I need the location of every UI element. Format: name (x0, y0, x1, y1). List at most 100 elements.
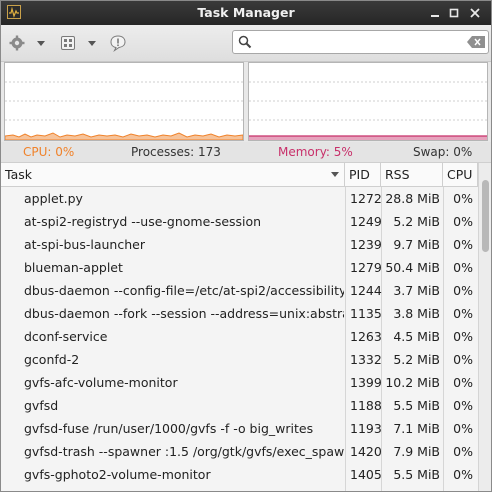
column-header-pid-label: PID (349, 167, 370, 182)
rss-cell: 5.5 MiB (393, 467, 440, 482)
sort-descending-icon (331, 172, 339, 177)
task-cell: dbus-daemon --config-file=/etc/at-spi2/a… (24, 283, 344, 298)
column-header-task-label: Task (5, 167, 32, 182)
chevron-down-icon[interactable] (37, 41, 45, 46)
column-header-cpu-label: CPU (447, 167, 473, 182)
table-row[interactable]: dconf-service 1263 4.5 MiB 0% (1, 325, 478, 348)
status-bar: CPU: 0% Processes: 173 Memory: 5% Swap: … (1, 142, 491, 162)
task-cell: at-spi2-registryd --use-gnome-session (24, 214, 262, 229)
minimize-button[interactable] (426, 4, 444, 22)
pid-cell: 1332 (350, 352, 382, 367)
table-body: applet.py 1272 28.8 MiB 0% at-spi2-registryd… (1, 187, 478, 486)
table-row[interactable]: blueman-applet 1279 50.4 MiB 0% (1, 256, 478, 279)
table-row[interactable]: gvfsd-trash --spawner :1.5 /org/gtk/gvfs… (1, 440, 478, 463)
pid-cell: 1244 (350, 283, 382, 298)
pid-cell: 1405 (350, 467, 382, 482)
rss-cell: 50.4 MiB (385, 260, 440, 275)
cpu-graph-area (5, 132, 243, 140)
maximize-button[interactable] (445, 4, 463, 22)
pid-cell: 1188 (350, 398, 382, 413)
swap-usage-label: Swap: 0% (413, 145, 473, 159)
column-header-pid[interactable]: PID (345, 163, 381, 186)
pid-cell: 1239 (350, 237, 382, 252)
rss-cell: 7.9 MiB (393, 444, 440, 459)
rss-cell: 5.2 MiB (393, 352, 440, 367)
cpu-cell: 0% (453, 467, 473, 482)
task-cell: gvfsd (24, 398, 59, 413)
pid-cell: 1263 (350, 329, 382, 344)
rss-cell: 9.7 MiB (393, 237, 440, 252)
task-cell: gvfsd-trash --spawner :1.5 /org/gtk/gvfs… (24, 444, 344, 459)
rss-cell: 10.2 MiB (385, 375, 440, 390)
table-row[interactable]: gvfsd 1188 5.5 MiB 0% (1, 394, 478, 417)
task-cell: dconf-service (24, 329, 108, 344)
task-cell: gvfs-afc-volume-monitor (24, 375, 178, 390)
table-row[interactable]: gconfd-2 1332 5.2 MiB 0% (1, 348, 478, 371)
toolbar (1, 25, 491, 62)
memory-graph (248, 62, 488, 141)
cpu-cell: 0% (453, 375, 473, 390)
cpu-cell: 0% (453, 306, 473, 321)
table-row[interactable]: applet.py 1272 28.8 MiB 0% (1, 187, 478, 210)
rss-cell: 5.5 MiB (393, 398, 440, 413)
chevron-down-icon[interactable] (88, 41, 96, 46)
info-icon[interactable] (109, 34, 127, 52)
rss-cell: 3.8 MiB (393, 306, 440, 321)
cpu-cell: 0% (453, 352, 473, 367)
table-row[interactable]: at-spi2-registryd --use-gnome-session 124… (1, 210, 478, 233)
cpu-cell: 0% (453, 283, 473, 298)
pid-cell: 1420 (350, 444, 382, 459)
cpu-cell: 0% (453, 237, 473, 252)
scrollbar-thumb[interactable] (482, 180, 489, 252)
task-cell: dbus-daemon --fork --session --address=u… (24, 306, 344, 321)
column-header-rss[interactable]: RSS (381, 163, 443, 186)
cpu-cell: 0% (453, 191, 473, 206)
column-header-task[interactable]: Task (1, 163, 345, 186)
pid-cell: 1249 (350, 214, 382, 229)
table-row[interactable]: gvfsd-fuse /run/user/1000/gvfs -f -o big… (1, 417, 478, 440)
rss-cell: 7.1 MiB (393, 421, 440, 436)
table-row[interactable]: gvfs-gphoto2-volume-monitor 1405 5.5 MiB 0% (1, 463, 478, 486)
close-button[interactable] (466, 4, 484, 22)
column-header-cpu[interactable]: CPU (443, 163, 478, 186)
table-row[interactable]: gvfs-afc-volume-monitor 1399 10.2 MiB 0% (1, 371, 478, 394)
task-cell: gvfs-gphoto2-volume-monitor (24, 467, 211, 482)
rss-cell: 4.5 MiB (393, 329, 440, 344)
pid-cell: 1272 (350, 191, 382, 206)
memory-usage-label: Memory: 5% (278, 145, 353, 159)
cpu-usage-label: CPU: 0% (23, 145, 75, 159)
pid-cell: 1135 (350, 306, 382, 321)
rss-cell: 3.7 MiB (393, 283, 440, 298)
rss-cell: 28.8 MiB (385, 191, 440, 206)
cpu-cell: 0% (453, 398, 473, 413)
search-box[interactable] (232, 30, 489, 54)
table-row[interactable]: dbus-daemon --fork --session --address=u… (1, 302, 478, 325)
memory-graph-area (249, 136, 487, 140)
graphs-area (1, 62, 491, 142)
window-title: Task Manager (197, 5, 295, 20)
cpu-cell: 0% (453, 214, 473, 229)
task-cell: gconfd-2 (24, 352, 80, 367)
cpu-graph (4, 62, 244, 141)
clear-search-icon[interactable] (467, 36, 485, 51)
rss-cell: 5.2 MiB (393, 214, 440, 229)
process-table: Task PID RSS CPU applet.py 1272 28.8 MiB 0%… (1, 162, 491, 491)
task-manager-window: Task Manager CPU: 0% Processes: 173 Memo… (0, 0, 492, 492)
search-input[interactable] (255, 33, 464, 53)
search-icon (238, 35, 252, 52)
title-bar[interactable]: Task Manager (1, 1, 491, 25)
cpu-cell: 0% (453, 421, 473, 436)
gear-icon[interactable] (8, 34, 26, 52)
table-header: Task PID RSS CPU (1, 163, 478, 187)
vertical-scrollbar[interactable] (478, 163, 491, 491)
pid-cell: 1399 (350, 375, 382, 390)
pid-cell: 1193 (350, 421, 382, 436)
column-header-rss-label: RSS (385, 167, 410, 182)
table-row[interactable]: dbus-daemon --config-file=/etc/at-spi2/a… (1, 279, 478, 302)
cpu-cell: 0% (453, 260, 473, 275)
processes-icon[interactable] (59, 34, 77, 52)
task-cell: at-spi-bus-launcher (24, 237, 145, 252)
cpu-cell: 0% (453, 444, 473, 459)
task-cell: gvfsd-fuse /run/user/1000/gvfs -f -o big… (24, 421, 314, 436)
table-row[interactable]: at-spi-bus-launcher 1239 9.7 MiB 0% (1, 233, 478, 256)
